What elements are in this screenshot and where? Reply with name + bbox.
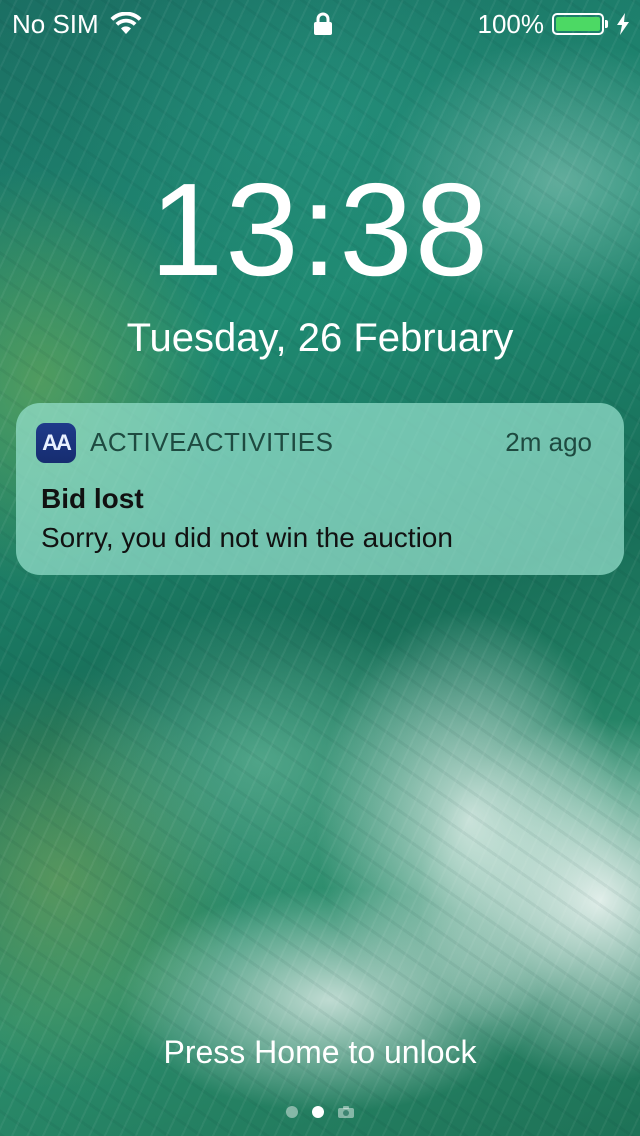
- page-dot-active[interactable]: [312, 1106, 324, 1118]
- battery-group: 100%: [478, 0, 631, 48]
- notification-header: AA ACTIVEACTIVITIES 2m ago: [36, 423, 592, 465]
- notification-body: Sorry, you did not win the auction: [41, 522, 453, 553]
- battery-percent: 100%: [477, 9, 545, 39]
- notification-title: Bid lost: [41, 483, 144, 514]
- unlock-hint: Press Home to unlock: [163, 1034, 477, 1070]
- page-dot[interactable]: [286, 1106, 298, 1118]
- page-indicator: [0, 1106, 640, 1118]
- battery-icon: [552, 13, 608, 35]
- carrier-label: No SIM: [12, 9, 99, 39]
- lock-icon: [314, 12, 332, 35]
- notification-app-name: ACTIVEACTIVITIES: [90, 427, 334, 457]
- status-bar: No SIM 100%: [0, 0, 640, 48]
- notification-card[interactable]: AA ACTIVEACTIVITIES 2m ago Bid lost Sorr…: [16, 403, 624, 575]
- notification-time: 2m ago: [505, 427, 592, 457]
- camera-icon[interactable]: [338, 1106, 354, 1118]
- app-icon: AA: [36, 423, 76, 463]
- carrier-group: No SIM: [12, 0, 143, 48]
- charging-bolt-icon: [617, 13, 629, 35]
- lock-screen-date: Tuesday, 26 February: [126, 316, 514, 360]
- wifi-icon: [110, 12, 142, 34]
- lock-screen-time: 13:38: [149, 156, 491, 303]
